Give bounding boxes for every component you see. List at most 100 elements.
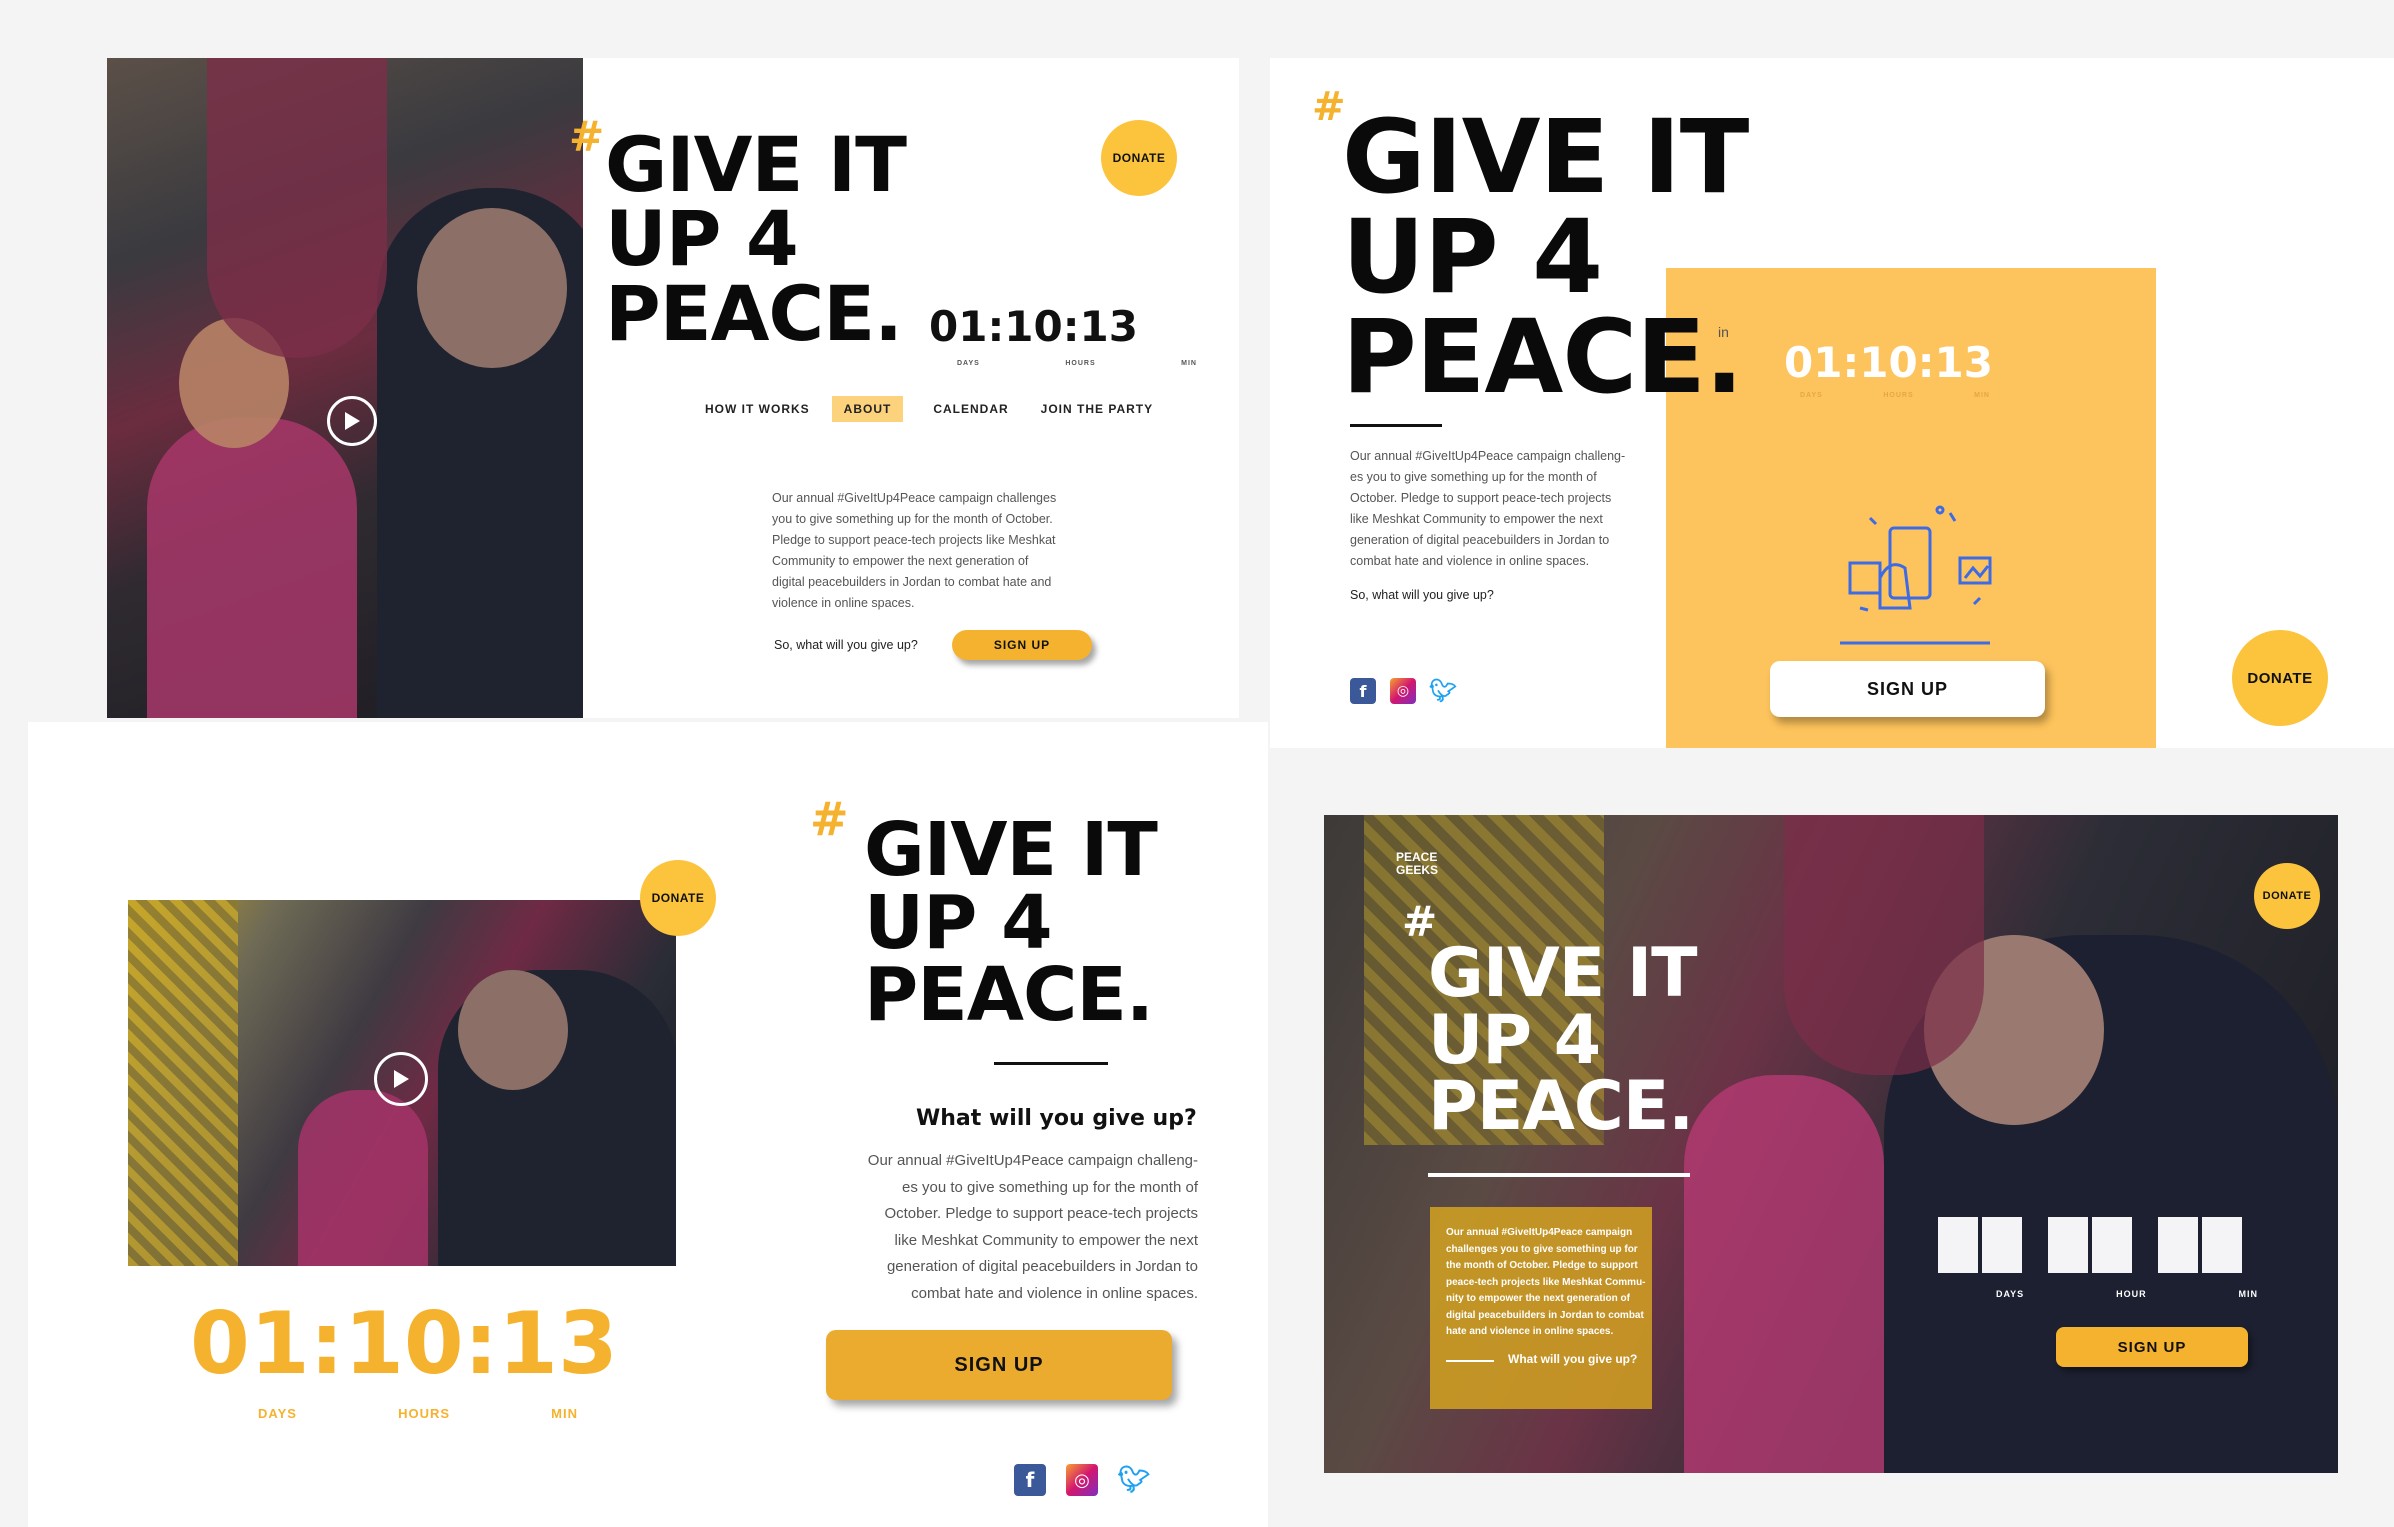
digit-box — [2092, 1217, 2132, 1273]
label-days: DAYS — [258, 1406, 297, 1421]
headline-line-2: UP 4 — [864, 879, 1053, 966]
description-line: combat hate and violence in online space… — [911, 1284, 1198, 1302]
campaign-description: Our annual #GiveItUp4Peace campaign chal… — [772, 488, 1056, 614]
peacegeeks-logo: PEACE GEEKS — [1396, 851, 1438, 877]
phone-hand-illustration — [1840, 505, 1992, 645]
headline: GIVE IT UP 4 PEACE. — [605, 120, 907, 358]
countdown-labels: DAYS HOURS MIN — [1800, 392, 1990, 399]
photo-shape-woman — [1784, 815, 1984, 1075]
twitter-icon[interactable]: 🐦︎ — [1429, 678, 1457, 704]
play-icon — [394, 1070, 409, 1088]
description-line: like Meshkat Community to empower the ne… — [894, 1231, 1198, 1249]
instagram-icon[interactable]: ◎ — [1390, 678, 1416, 704]
facebook-icon[interactable]: f — [1350, 678, 1376, 704]
description-line: combat hate and violence in online space… — [1350, 554, 1590, 568]
headline-line-1: GIVE IT — [1342, 98, 1749, 217]
photo-shape-boy — [1684, 1075, 1884, 1473]
description-line: Pledge to support peace-tech projects li… — [772, 533, 1056, 547]
headline-line-1: GIVE IT — [1428, 934, 1698, 1013]
panel-landing-v3: DONATE 01:10:13 DAYS HOURS MIN # GIVE IT… — [28, 722, 1268, 1527]
donate-button[interactable]: DONATE — [2254, 863, 2320, 929]
twitter-icon[interactable]: 🐦︎ — [1118, 1464, 1151, 1496]
prompt-title: What will you give up? — [1508, 1352, 1638, 1366]
campaign-description: Our annual #GiveItUp4Peace campaign chal… — [1446, 1225, 1646, 1341]
photo-shape-woman — [207, 58, 387, 358]
panel-landing-v1: # GIVE IT UP 4 PEACE. DONATE 01:10:13 DA… — [107, 58, 1239, 718]
description-line: digital peacebuilders in Jordan to comba… — [1446, 1309, 1644, 1321]
label-min: MIN — [2238, 1289, 2258, 1299]
headline-line-1: GIVE IT — [864, 807, 1158, 893]
description-line: like Meshkat Community to empower the ne… — [1350, 512, 1603, 526]
headline: GIVE IT UP 4 PEACE. — [1428, 934, 1698, 1141]
photo-shape-coat — [147, 418, 357, 718]
donate-button[interactable]: DONATE — [640, 860, 716, 936]
countdown-timer: 01:10:13 — [190, 1294, 618, 1394]
headline-line-3: PEACE. — [1342, 297, 1744, 417]
hero-photo — [107, 58, 583, 718]
facebook-icon[interactable]: f — [1014, 1464, 1046, 1496]
digit-box — [1938, 1217, 1978, 1273]
label-days: DAYS — [957, 360, 980, 367]
digit-box — [2048, 1217, 2088, 1273]
description-line: peace-tech projects like Meshkat Commu- — [1446, 1276, 1646, 1288]
label-hours: HOURS — [398, 1406, 451, 1421]
nav-calendar[interactable]: CALENDAR — [921, 396, 1020, 422]
headline-underline — [1428, 1173, 1690, 1177]
social-links: f ◎ 🐦︎ — [1350, 678, 1457, 704]
headline-line-3: PEACE. — [605, 268, 903, 358]
signup-button[interactable]: SIGN UP — [1770, 661, 2045, 717]
headline-line-2: UP 4 — [1342, 197, 1603, 317]
description-line: generation of digital peacebuilders in J… — [1350, 533, 1610, 547]
headline-line-3: PEACE. — [864, 952, 1154, 1039]
headline-line-2: UP 4 — [605, 194, 799, 284]
countdown-labels: DAYS HOURS MIN — [258, 1406, 578, 1421]
description-line: October. Pledge to support peace-tech pr… — [884, 1205, 1198, 1222]
countdown-timer: 01:10:13 — [1784, 338, 1993, 387]
description-line: es you to give something up for the mont… — [901, 1178, 1198, 1196]
description-line: hate and violence in online spaces. — [1446, 1326, 1614, 1337]
label-min: MIN — [1974, 392, 1990, 399]
donate-button[interactable]: DONATE — [1101, 120, 1177, 196]
photo-shape-stripes — [128, 900, 238, 1266]
photo-shape-head — [458, 970, 568, 1090]
countdown-boxes — [1938, 1217, 2242, 1273]
photo-shape-head — [417, 208, 567, 368]
label-days: DAYS — [1800, 392, 1823, 399]
instagram-icon[interactable]: ◎ — [1066, 1464, 1098, 1496]
campaign-description: Our annual #GiveItUp4Peace campaign chal… — [1350, 446, 1625, 572]
headline: GIVE IT UP 4 PEACE. — [1342, 98, 1749, 417]
digit-box — [2202, 1217, 2242, 1273]
donate-button[interactable]: DONATE — [2232, 630, 2328, 726]
description-line: generation of digital peacebuilders in J… — [886, 1258, 1198, 1275]
signup-button[interactable]: SIGN UP — [952, 630, 1092, 660]
logo-line-2: GEEKS — [1396, 863, 1439, 877]
hash-symbol: # — [810, 792, 849, 846]
description-line: October. Pledge to support peace-tech pr… — [1350, 491, 1612, 505]
signup-button[interactable]: SIGN UP — [2056, 1327, 2248, 1367]
prompt-title: What will you give up? — [916, 1106, 1197, 1131]
play-video-button[interactable] — [374, 1052, 428, 1106]
digit-box — [1982, 1217, 2022, 1273]
countdown-timer: 01:10:13 — [929, 302, 1138, 351]
description-line: the month of October. Pledge to support — [1446, 1260, 1638, 1271]
hash-symbol: # — [569, 112, 605, 161]
label-min: MIN — [1181, 360, 1197, 367]
social-links: f ◎ 🐦︎ — [1014, 1464, 1151, 1496]
countdown-labels: DAYS HOUR MIN — [1996, 1289, 2258, 1299]
description-line: challenges you to give something up for — [1446, 1243, 1638, 1255]
in-label: in — [1718, 324, 1729, 340]
headline: GIVE IT UP 4 PEACE. — [864, 807, 1158, 1039]
nav-join-the-party[interactable]: JOIN THE PARTY — [1029, 396, 1165, 422]
description-line: digital peacebuilders in Jordan to comba… — [772, 575, 1052, 589]
prompt-text: So, what will you give up? — [1350, 588, 1494, 602]
hash-symbol: # — [1312, 84, 1346, 130]
nav-how-it-works[interactable]: HOW IT WORKS — [693, 396, 822, 422]
play-video-button[interactable] — [327, 396, 377, 446]
description-line: Our annual #GiveItUp4Peace campaign — [1446, 1227, 1633, 1238]
nav-about[interactable]: ABOUT — [831, 396, 904, 422]
headline-line-2: UP 4 — [1428, 1000, 1601, 1080]
headline-line-1: GIVE IT — [605, 120, 907, 209]
prompt-text: So, what will you give up? — [774, 638, 918, 652]
description-line: Our annual #GiveItUp4Peace campaign chal… — [772, 491, 1057, 505]
signup-button[interactable]: SIGN UP — [826, 1330, 1172, 1400]
